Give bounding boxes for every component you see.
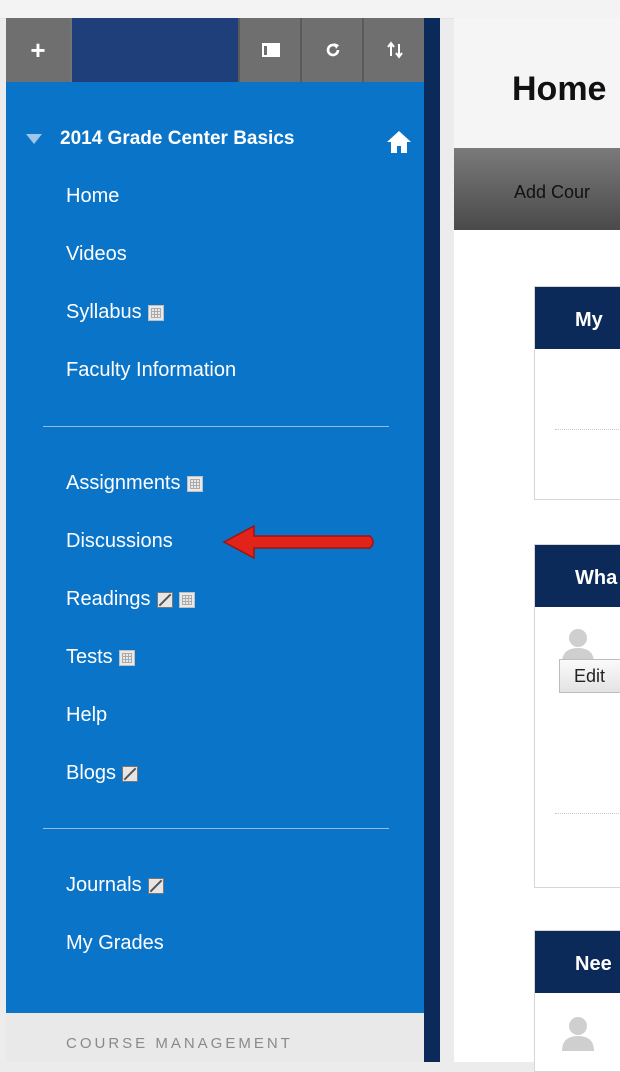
nav-label: Discussions	[66, 530, 173, 552]
hidden-from-students-icon	[122, 765, 139, 782]
page-header: Home	[454, 18, 620, 149]
course-title[interactable]: 2014 Grade Center Basics	[26, 128, 294, 150]
nav-item-home[interactable]: Home	[66, 185, 119, 208]
nav-item-blogs[interactable]: Blogs	[66, 762, 139, 785]
content-area-icon	[178, 591, 195, 608]
nav-label: Videos	[66, 243, 127, 265]
content-area-icon	[186, 475, 203, 492]
window-icon	[262, 43, 280, 57]
module-header[interactable]: Wha	[535, 545, 620, 607]
nav-item-syllabus[interactable]: Syllabus	[66, 301, 164, 324]
edit-button-label: Edit	[574, 665, 606, 686]
nav-label: Readings	[66, 588, 151, 610]
refresh-icon	[326, 43, 340, 57]
main-content: Home Add Cour My Wha Edit Nee	[454, 18, 620, 1072]
menu-divider	[43, 426, 389, 427]
course-menu-toolbar: +	[6, 18, 426, 82]
home-icon[interactable]	[386, 130, 412, 154]
nav-item-journals[interactable]: Journals	[66, 874, 164, 897]
toolbar-search-field[interactable]	[72, 18, 238, 82]
course-management-panel[interactable]: COURSE MANAGEMENT	[6, 1013, 424, 1062]
refresh-button[interactable]	[300, 18, 364, 82]
nav-item-readings[interactable]: Readings	[66, 588, 195, 611]
nav-label: Blogs	[66, 762, 117, 784]
nav-label: Journals	[66, 874, 142, 896]
collapse-triangle-icon[interactable]	[26, 134, 42, 144]
content-area-icon	[147, 304, 164, 321]
module-title: Nee	[575, 953, 612, 975]
nav-item-videos[interactable]: Videos	[66, 243, 127, 266]
nav-label: Tests	[66, 646, 113, 668]
dotted-divider	[555, 813, 620, 814]
add-course-module-button[interactable]: Add Cour	[514, 182, 590, 203]
action-bar: Add Cour	[454, 148, 620, 230]
module-title: My	[575, 309, 603, 331]
module-needs-attention: Nee	[534, 930, 620, 1072]
module-header[interactable]: Nee	[535, 931, 620, 993]
page-title: Home	[512, 70, 607, 108]
red-arrow-annotation-icon	[222, 524, 374, 560]
hidden-from-students-icon	[156, 591, 173, 608]
sort-icon	[387, 41, 403, 59]
menu-divider	[43, 828, 389, 829]
course-title-label: 2014 Grade Center Basics	[60, 128, 295, 149]
top-strip	[0, 0, 620, 19]
edit-notification-button[interactable]: Edit	[559, 659, 620, 693]
nav-label: Syllabus	[66, 301, 142, 323]
avatar-icon	[562, 1017, 594, 1051]
add-menu-item-button[interactable]: +	[6, 18, 70, 82]
module-whats-new: Wha Edit	[534, 544, 620, 888]
nav-item-faculty-information[interactable]: Faculty Information	[66, 359, 236, 382]
avatar-icon	[562, 629, 594, 663]
module-header[interactable]: My	[535, 287, 620, 349]
nav-item-help[interactable]: Help	[66, 704, 107, 727]
nav-item-assignments[interactable]: Assignments	[66, 472, 203, 495]
course-management-label: COURSE MANAGEMENT	[66, 1035, 293, 1052]
nav-label: Help	[66, 704, 108, 726]
nav-label: My Grades	[66, 932, 164, 954]
sidebar-collapse-edge[interactable]	[424, 18, 440, 1062]
open-window-button[interactable]	[238, 18, 302, 82]
module-my: My	[534, 286, 620, 500]
reorder-button[interactable]	[362, 18, 426, 82]
hidden-from-students-icon	[147, 877, 164, 894]
content-area-icon	[118, 649, 135, 666]
add-icon: +	[30, 34, 46, 65]
module-title: Wha	[575, 567, 618, 589]
nav-label: Home	[66, 185, 120, 207]
nav-item-tests[interactable]: Tests	[66, 646, 135, 669]
nav-label: Assignments	[66, 472, 181, 494]
nav-item-discussions[interactable]: Discussions	[66, 530, 173, 553]
dotted-divider	[555, 429, 620, 430]
nav-item-my-grades[interactable]: My Grades	[66, 932, 164, 955]
nav-label: Faculty Information	[66, 359, 237, 381]
